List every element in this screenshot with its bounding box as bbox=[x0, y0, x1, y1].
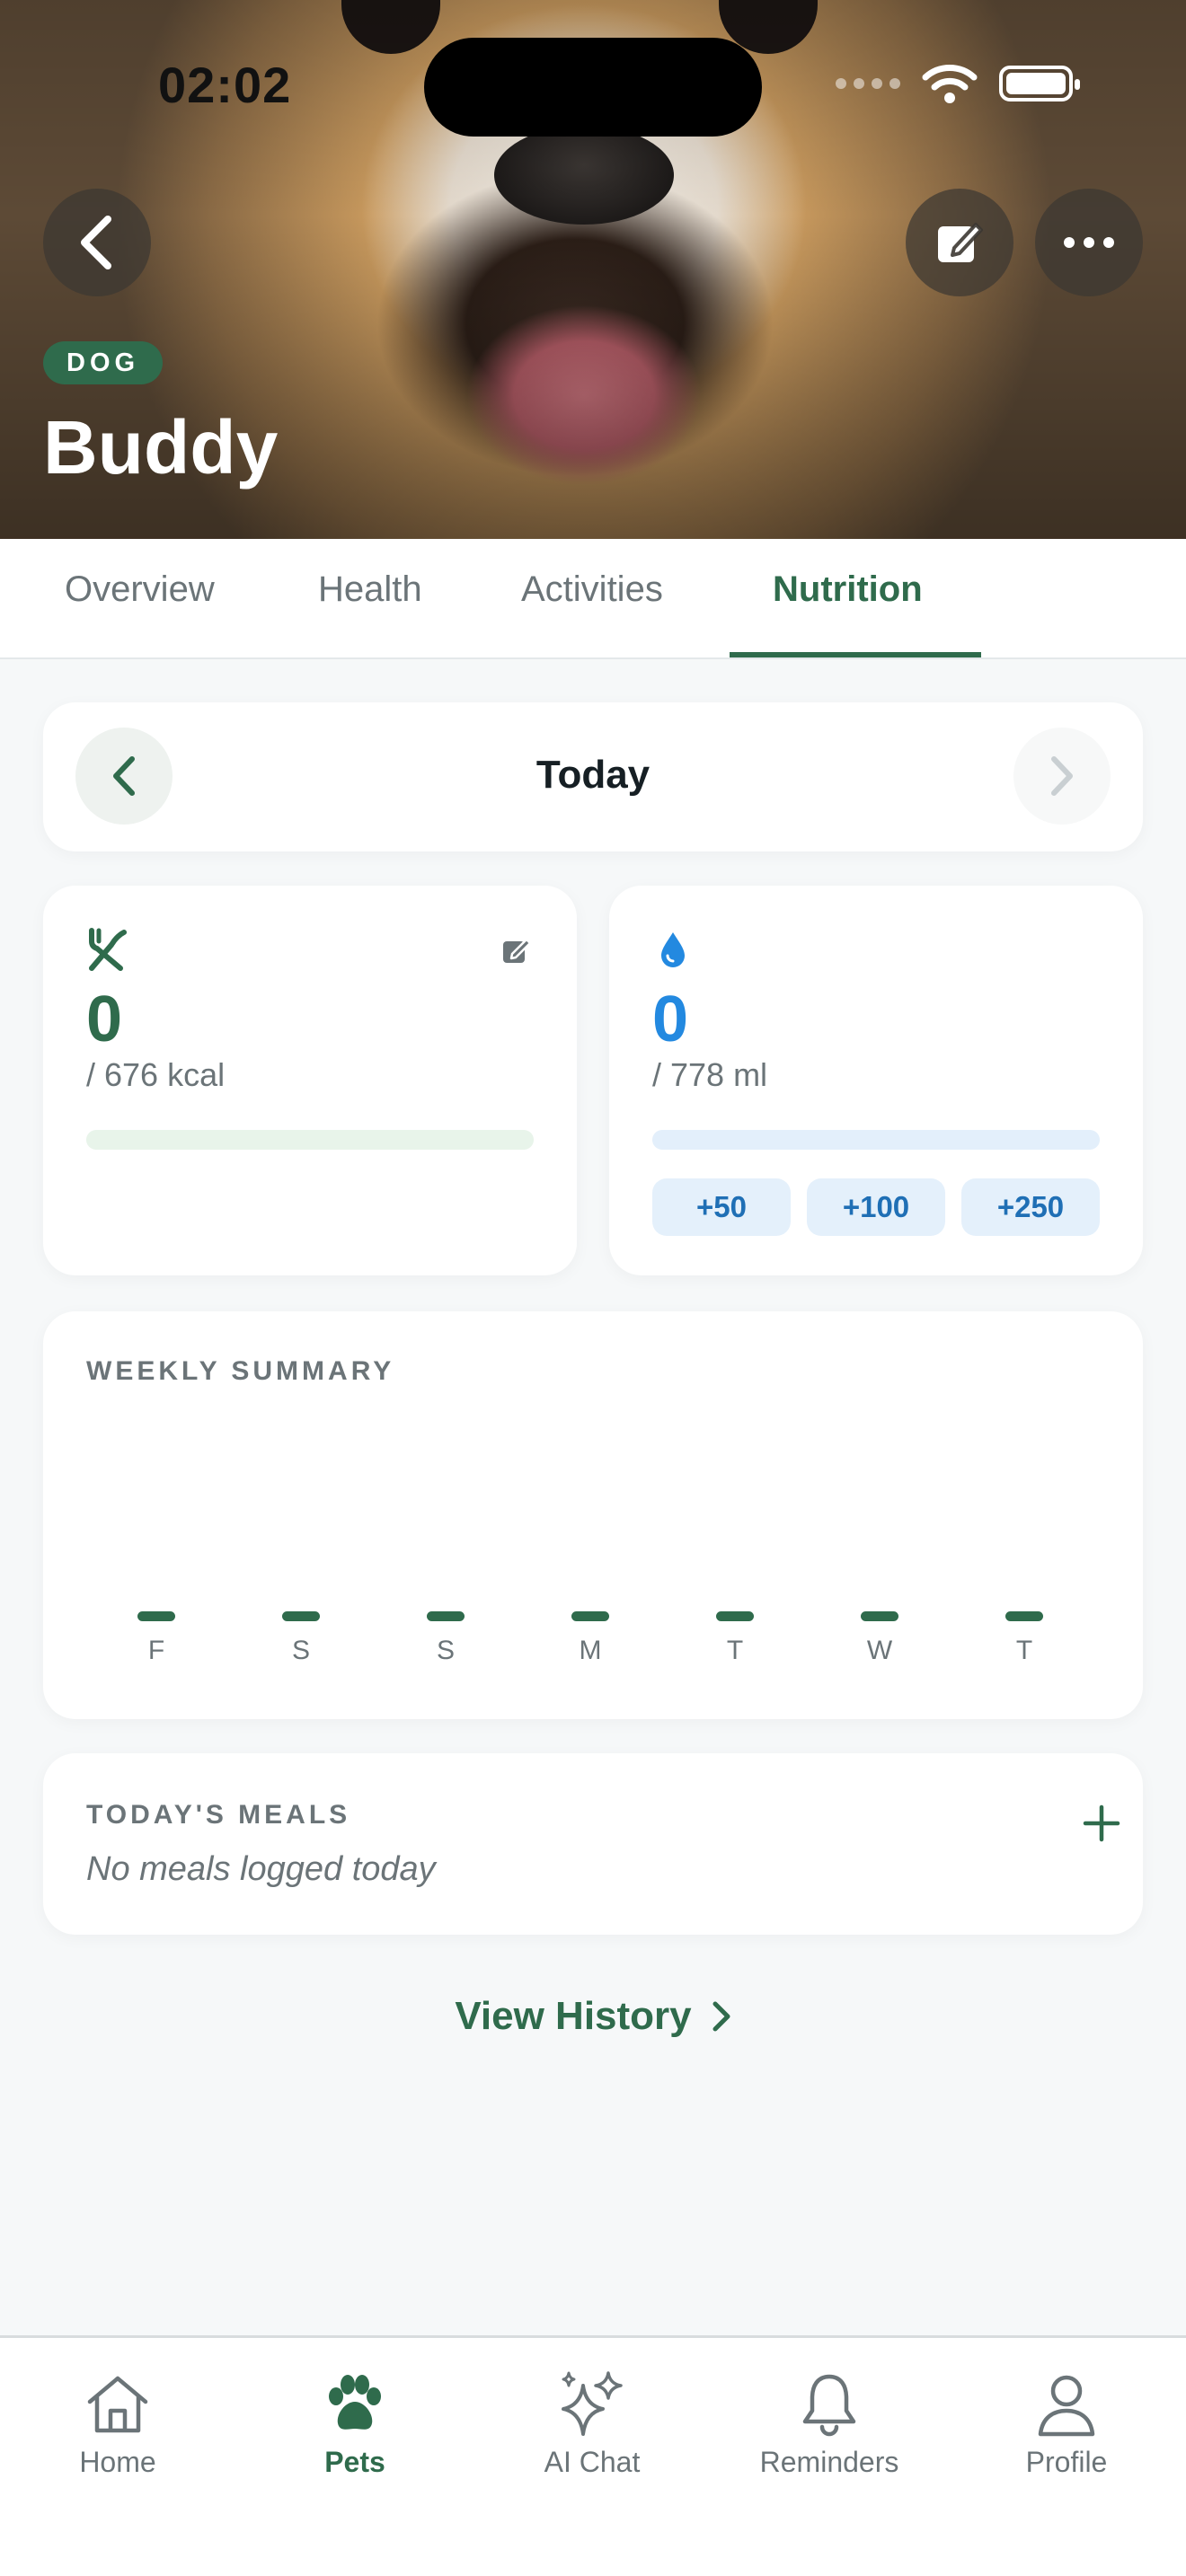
nav-home-label: Home bbox=[79, 2446, 156, 2478]
water-progress-bar bbox=[652, 1130, 1100, 1150]
weekly-chart-day: F bbox=[129, 1611, 183, 1666]
weekly-summary-card: WEEKLY SUMMARY F S S M T W T bbox=[43, 1311, 1143, 1719]
water-goal: / 778 ml bbox=[652, 1056, 768, 1093]
todays-meals-title: TODAY'S MEALS bbox=[86, 1800, 351, 1830]
weekly-chart-day-label: S bbox=[291, 1636, 310, 1665]
calories-progress-bar bbox=[86, 1130, 534, 1150]
view-history-link[interactable]: View History bbox=[0, 1994, 1186, 2039]
back-icon bbox=[81, 216, 111, 269]
weekly-chart-bar bbox=[861, 1611, 898, 1621]
weekly-chart-bar bbox=[427, 1611, 465, 1621]
tab-nutrition[interactable]: Nutrition bbox=[773, 569, 923, 610]
plus-icon bbox=[1083, 1804, 1120, 1842]
pet-type-badge: DOG bbox=[43, 341, 164, 384]
tab-activities[interactable]: Activities bbox=[521, 569, 663, 610]
tab-health[interactable]: Health bbox=[318, 569, 422, 610]
edit-icon bbox=[938, 223, 983, 262]
next-day-button[interactable] bbox=[1013, 728, 1111, 825]
add-water-250-button[interactable]: +250 bbox=[961, 1178, 1100, 1236]
nav-profile[interactable]: Profile bbox=[968, 2369, 1165, 2479]
weekly-chart-bar bbox=[716, 1611, 754, 1621]
calories-card: 0 / 676 kcal bbox=[43, 886, 577, 1275]
nav-pets[interactable]: Pets bbox=[256, 2369, 454, 2479]
nav-ai-chat-label: AI Chat bbox=[544, 2446, 641, 2478]
signal-icon bbox=[836, 78, 900, 89]
weekly-chart-day: S bbox=[419, 1611, 473, 1666]
active-tab-indicator bbox=[730, 652, 981, 657]
weekly-chart-day-label: T bbox=[726, 1636, 744, 1665]
paw-icon bbox=[329, 2375, 381, 2430]
edit-calories-icon[interactable] bbox=[501, 936, 532, 966]
weekly-chart-bar bbox=[137, 1611, 175, 1621]
tab-overview[interactable]: Overview bbox=[65, 569, 215, 610]
weekly-chart-day-label: M bbox=[579, 1636, 602, 1665]
meals-empty-state: No meals logged today bbox=[86, 1850, 436, 1888]
utensils-icon bbox=[89, 928, 127, 971]
sparkles-icon bbox=[562, 2371, 623, 2436]
battery-icon bbox=[999, 66, 1080, 101]
pet-tabs: Overview Health Activities Nutrition bbox=[0, 539, 1186, 659]
view-history-label: View History bbox=[455, 1994, 692, 2038]
status-time: 02:02 bbox=[158, 57, 292, 113]
wifi-icon bbox=[922, 65, 978, 103]
weekly-chart-day-label: W bbox=[866, 1636, 893, 1665]
weekly-chart-day-label: F bbox=[147, 1636, 165, 1665]
chevron-right-icon bbox=[1051, 756, 1073, 796]
weekly-chart-day: T bbox=[997, 1611, 1051, 1666]
weekly-summary-title: WEEKLY SUMMARY bbox=[86, 1356, 395, 1386]
weekly-chart-bar bbox=[1005, 1611, 1043, 1621]
more-options-button[interactable] bbox=[1035, 189, 1143, 296]
user-icon bbox=[1038, 2375, 1095, 2437]
chevron-right-icon bbox=[712, 2001, 730, 2032]
calories-goal: / 676 kcal bbox=[86, 1056, 226, 1093]
nav-pets-label: Pets bbox=[324, 2446, 385, 2478]
add-water-100-button[interactable]: +100 bbox=[807, 1178, 945, 1236]
weekly-chart-day-label: S bbox=[436, 1636, 455, 1665]
weekly-chart-bar bbox=[282, 1611, 320, 1621]
calories-value: 0 bbox=[86, 984, 123, 1055]
bell-icon bbox=[802, 2374, 856, 2437]
edit-pet-button[interactable] bbox=[906, 189, 1013, 296]
nav-reminders[interactable]: Reminders bbox=[730, 2369, 928, 2479]
water-drop-icon bbox=[661, 932, 685, 967]
weekly-chart-day-label: T bbox=[1015, 1636, 1033, 1665]
status-icons bbox=[836, 63, 1080, 104]
home-icon bbox=[87, 2376, 148, 2433]
water-card: 0 / 778 ml +50 +100 +250 bbox=[609, 886, 1143, 1275]
nav-reminders-label: Reminders bbox=[759, 2446, 899, 2478]
water-value: 0 bbox=[652, 984, 689, 1055]
back-button[interactable] bbox=[43, 189, 151, 296]
more-icon bbox=[1064, 237, 1114, 248]
dynamic-island bbox=[424, 38, 762, 137]
add-meal-button[interactable] bbox=[1066, 1787, 1137, 1859]
date-navigator: Today bbox=[43, 702, 1143, 851]
weekly-chart-day: W bbox=[853, 1611, 907, 1666]
weekly-chart-bar bbox=[571, 1611, 609, 1621]
weekly-chart-day: T bbox=[708, 1611, 762, 1666]
todays-meals-card: TODAY'S MEALS No meals logged today bbox=[43, 1753, 1143, 1935]
nav-profile-label: Profile bbox=[1025, 2446, 1108, 2478]
pet-name: Buddy bbox=[43, 405, 279, 490]
nav-ai-chat[interactable]: AI Chat bbox=[493, 2369, 691, 2479]
nav-home[interactable]: Home bbox=[19, 2369, 217, 2479]
bottom-navigation: Home Pets AI Chat Reminders Profile bbox=[0, 2335, 1186, 2576]
add-water-50-button[interactable]: +50 bbox=[652, 1178, 791, 1236]
weekly-chart-day: M bbox=[563, 1611, 617, 1666]
weekly-chart-day: S bbox=[274, 1611, 328, 1666]
current-date-label: Today bbox=[535, 753, 651, 797]
